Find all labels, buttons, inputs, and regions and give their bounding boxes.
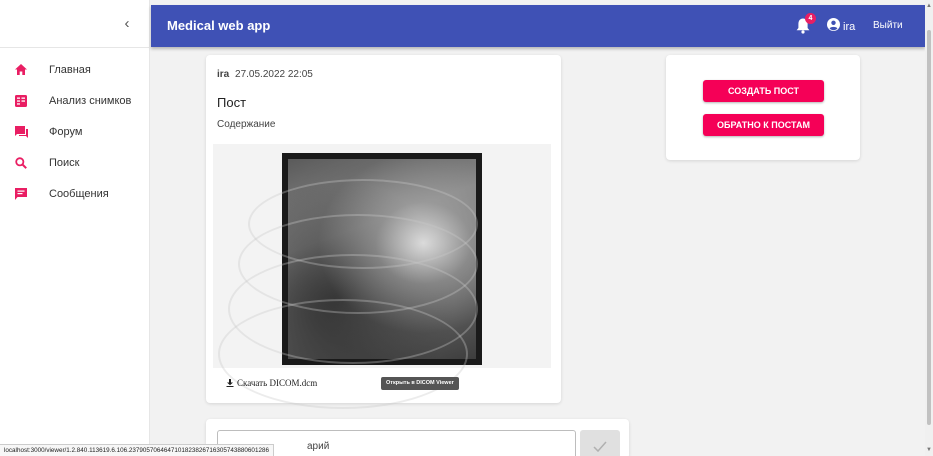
sidebar: ‹ Главная Анализ снимков Форум Поиск Соо…	[0, 0, 150, 456]
create-post-button[interactable]: СОЗДАТЬ ПОСТ	[703, 80, 824, 102]
scroll-thumb[interactable]	[927, 30, 931, 425]
post-meta: ira 27.05.2022 22:05	[217, 69, 313, 80]
sidebar-item-image-analysis[interactable]: Анализ снимков	[0, 85, 149, 116]
sidebar-header: ‹	[0, 0, 149, 48]
download-label: Скачать DICOM.dcm	[237, 378, 318, 388]
search-icon	[14, 156, 28, 170]
sidebar-item-label: Анализ снимков	[49, 94, 132, 107]
sidebar-item-label: Сообщения	[49, 187, 109, 200]
open-dicom-viewer-button[interactable]: Открыть в DICOM Viewer	[381, 377, 459, 390]
post-datetime: 27.05.2022 22:05	[235, 69, 313, 80]
user-name: ira	[843, 21, 856, 33]
page-scrollbar[interactable]: ▲ ▼	[925, 0, 933, 456]
dicom-preview	[213, 144, 551, 409]
download-icon	[226, 379, 234, 387]
scroll-down-icon[interactable]: ▼	[926, 447, 932, 453]
sidebar-item-label: Главная	[49, 63, 91, 76]
actions-card: СОЗДАТЬ ПОСТ ОБРАТНО К ПОСТАМ	[666, 55, 860, 160]
notification-badge: 4	[805, 13, 816, 24]
account-icon	[827, 18, 840, 36]
link-status-bar: localhost:3000/viewer/1.2.840.113619.6.1…	[0, 444, 274, 456]
sidebar-nav: Главная Анализ снимков Форум Поиск Сообщ…	[0, 48, 149, 209]
home-icon	[14, 63, 28, 77]
sidebar-item-home[interactable]: Главная	[0, 54, 149, 85]
sidebar-item-forum[interactable]: Форум	[0, 116, 149, 147]
scroll-up-icon[interactable]: ▲	[926, 3, 932, 9]
forum-icon	[14, 125, 28, 139]
back-to-posts-button[interactable]: ОБРАТНО К ПОСТАМ	[703, 114, 824, 136]
download-link[interactable]: Скачать DICOM.dcm	[226, 378, 317, 388]
sidebar-item-label: Поиск	[49, 156, 80, 169]
sidebar-item-messages[interactable]: Сообщения	[0, 178, 149, 209]
chat-icon	[14, 187, 28, 201]
grid-icon	[14, 94, 28, 108]
app-bar: Medical web app 4 ira Выйти	[151, 5, 925, 47]
post-content: Содержание	[217, 119, 276, 130]
post-card: ira 27.05.2022 22:05 Пост Содержание Ска…	[206, 55, 561, 409]
check-icon	[593, 441, 607, 453]
xray-image	[218, 153, 482, 409]
post-author: ira	[217, 69, 230, 80]
post-title: Пост	[217, 95, 247, 110]
sidebar-item-label: Форум	[49, 125, 83, 138]
comment-placeholder: арий	[307, 441, 330, 452]
logout-button[interactable]: Выйти	[873, 20, 903, 31]
sidebar-item-search[interactable]: Поиск	[0, 147, 149, 178]
app-title: Medical web app	[167, 18, 271, 33]
send-comment-button[interactable]	[580, 430, 620, 456]
chevron-left-icon[interactable]: ‹	[119, 15, 135, 33]
user-menu[interactable]: ira	[827, 18, 855, 36]
